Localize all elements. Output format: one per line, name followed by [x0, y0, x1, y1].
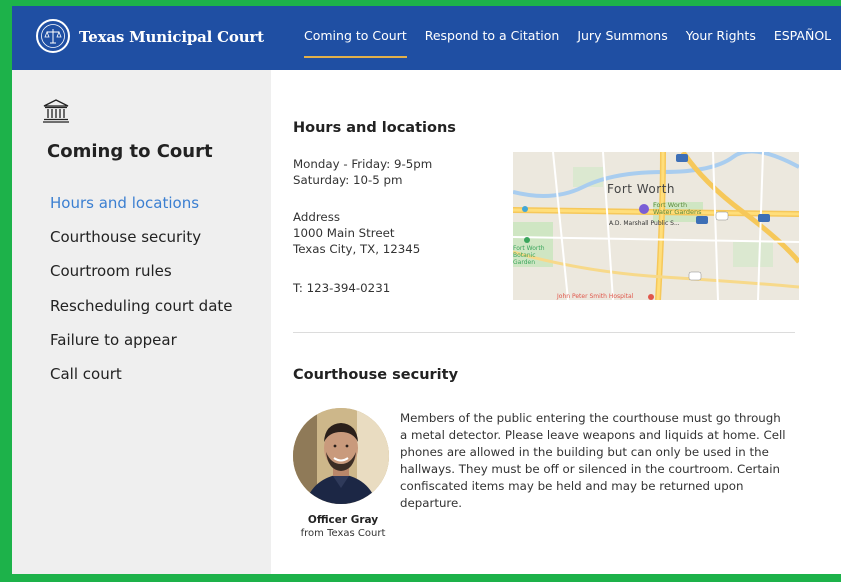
security-heading: Courthouse security	[293, 367, 459, 383]
sidebar: Coming to Court Hours and locations Cour…	[12, 70, 271, 574]
map-label-fort-worth: Fort Worth	[607, 182, 676, 196]
map-label-marshall: A.D. Marshall Public S...	[609, 220, 680, 227]
scales-of-justice-seal-icon[interactable]	[36, 19, 70, 53]
nav-coming-to-court[interactable]: Coming to Court	[304, 28, 407, 58]
officer-org: from Texas Court	[300, 528, 386, 539]
sidebar-item-rescheduling-court-date[interactable]: Rescheduling court date	[50, 297, 233, 331]
section-divider	[293, 332, 795, 333]
sidebar-item-hours-and-locations[interactable]: Hours and locations	[50, 194, 233, 228]
top-navigation-bar: Texas Municipal Court Coming to Court Re…	[12, 6, 841, 70]
page-frame: Texas Municipal Court Coming to Court Re…	[0, 0, 841, 582]
site-brand[interactable]: Texas Municipal Court	[79, 28, 264, 46]
map-label-water-gardens: Fort Worth Water Gardens	[653, 201, 702, 216]
sidebar-item-courtroom-rules[interactable]: Courtroom rules	[50, 262, 233, 296]
sidebar-title: Coming to Court	[47, 141, 213, 162]
address-city: Texas City, TX, 12345	[293, 242, 421, 256]
phone-number[interactable]: T: 123-394-0231	[293, 280, 390, 296]
address-street: 1000 Main Street	[293, 226, 395, 240]
sidebar-item-call-court[interactable]: Call court	[50, 365, 233, 399]
officer-avatar	[293, 408, 389, 504]
map-label-botanic-garden: Fort Worth Botanic Garden	[513, 245, 545, 266]
main-nav: Coming to Court Respond to a Citation Ju…	[304, 28, 841, 58]
weekday-hours: Monday - Friday: 9-5pm	[293, 157, 433, 171]
nav-your-rights[interactable]: Your Rights	[686, 28, 756, 58]
sidebar-item-failure-to-appear[interactable]: Failure to appear	[50, 331, 233, 365]
map-label-hospital: John Peter Smith Hospital	[557, 293, 634, 300]
officer-name: Officer Gray	[307, 514, 379, 526]
sidebar-item-courthouse-security[interactable]: Courthouse security	[50, 228, 233, 262]
main-content: Hours and locations Monday - Friday: 9-5…	[271, 70, 841, 574]
address-label: Address	[293, 210, 340, 224]
location-map[interactable]: Fort Worth Fort Worth Water Gardens A.D.…	[513, 152, 799, 300]
nav-respond-to-citation[interactable]: Respond to a Citation	[425, 28, 560, 58]
nav-espanol[interactable]: ESPAÑOL	[774, 28, 831, 58]
nav-jury-summons[interactable]: Jury Summons	[577, 28, 667, 58]
security-description: Members of the public entering the court…	[400, 411, 786, 510]
hours-heading: Hours and locations	[293, 120, 456, 136]
sidebar-menu: Hours and locations Courthouse security …	[50, 194, 233, 399]
courthouse-icon	[42, 99, 70, 127]
saturday-hours: Saturday: 10-5 pm	[293, 173, 403, 187]
